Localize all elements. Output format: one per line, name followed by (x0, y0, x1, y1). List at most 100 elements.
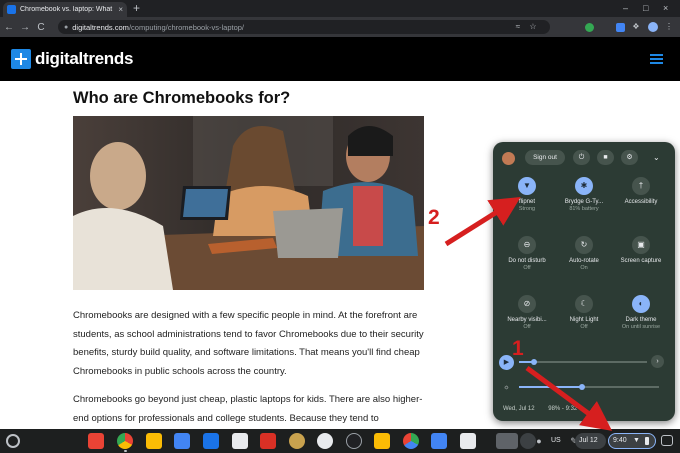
digitaltrends-logo-icon[interactable] (11, 49, 31, 69)
minimize-icon[interactable]: – (623, 2, 628, 14)
browser-tab[interactable]: Chromebook vs. laptop: What is × (3, 2, 127, 17)
quick-tile-night-light[interactable]: ☾ Night Light Off (554, 295, 614, 330)
input-method-indicator[interactable]: US (551, 434, 561, 448)
friends-with-laptops-image (73, 116, 424, 290)
quick-tile-label: Do not disturb (508, 258, 546, 264)
bookmark-star-icon[interactable]: ☆ (527, 21, 539, 33)
tab-title: Chromebook vs. laptop: What is (20, 6, 115, 13)
hero-photo (73, 116, 424, 290)
status-area[interactable]: 9:40 ▼ (608, 433, 656, 449)
app-red-icon[interactable] (260, 433, 276, 449)
quick-tile-label: Brydge G-Ty... (564, 199, 604, 205)
lock-icon: ● (64, 23, 69, 31)
quick-tile-do-not-disturb[interactable]: ⊖ Do not disturb Off (497, 236, 557, 271)
docs-icon[interactable] (174, 433, 190, 449)
wifi-icon[interactable]: ▼ (518, 177, 536, 195)
article-paragraph-1: Chromebooks are designed with a few spec… (73, 310, 424, 377)
night-light-icon[interactable]: ☾ (575, 295, 593, 313)
gmail-icon[interactable] (88, 433, 104, 449)
quick-tile-wifi[interactable]: ▼ flipnet Strong (497, 177, 557, 212)
app-blue-icon[interactable] (431, 433, 447, 449)
wifi-status-icon: ▼ (633, 437, 640, 444)
play-store-icon[interactable] (403, 433, 419, 449)
microphone-icon[interactable]: ● (531, 433, 547, 449)
brightness-icon: ☼ (503, 384, 510, 391)
browser-menu-icon[interactable]: ⋮ (663, 21, 675, 33)
shelf-time: 9:40 (613, 437, 627, 444)
volume-slider[interactable] (519, 359, 647, 365)
app-gold-icon[interactable] (374, 433, 390, 449)
keep-icon[interactable] (146, 433, 162, 449)
quick-tile-sublabel: On (580, 265, 588, 271)
user-avatar[interactable] (502, 152, 515, 165)
auto-rotate-icon[interactable]: ↻ (575, 236, 593, 254)
extensions-puzzle-icon[interactable]: ❖ (630, 21, 642, 33)
url-path: /computing/chromebook-vs-laptop/ (128, 22, 244, 32)
article-heading: Who are Chromebooks for? (73, 89, 291, 107)
quick-tile-label: Nearby visibi... (507, 317, 547, 323)
tab-strip: Chromebook vs. laptop: What is × + – □ × (0, 0, 680, 17)
files-icon[interactable] (203, 433, 219, 449)
maximize-icon[interactable]: □ (643, 2, 648, 14)
profile-avatar[interactable] (648, 22, 658, 32)
lock-screen-icon[interactable]: ■ (597, 150, 614, 165)
brightness-slider[interactable] (519, 384, 659, 390)
screen-capture-icon[interactable]: ▣ (632, 236, 650, 254)
quick-tile-label: Night Light (569, 317, 599, 323)
quick-tile-dark-theme[interactable]: ◐ Dark theme On until sunrise (611, 295, 671, 330)
share-icon[interactable]: ≈ (512, 21, 524, 33)
quick-tile-auto-rotate[interactable]: ↻ Auto-rotate On (554, 236, 614, 271)
collapse-chevron-icon[interactable]: ⌄ (653, 150, 660, 165)
hamburger-menu-icon[interactable] (650, 54, 663, 64)
quick-tile-nearby-visibility[interactable]: ⊘ Nearby visibi... Off (497, 295, 557, 330)
extension-blue-icon[interactable] (616, 23, 625, 32)
extension-green-icon[interactable] (585, 23, 594, 32)
app-window-preview-icon[interactable] (496, 433, 518, 449)
quick-settings-panel: Sign out ⏻ ■ ⚙ ⌄ ▼ flipnet Strong ✱ Brydge G… (493, 142, 675, 421)
overview-icon[interactable] (661, 435, 673, 446)
app-dark-icon[interactable] (346, 433, 362, 449)
quick-tile-screen-capture[interactable]: ▣ Screen capture (611, 236, 671, 264)
quick-tile-sublabel: Off (523, 265, 531, 271)
shelf-date: Jul 12 (579, 437, 598, 444)
volume-slider-knob[interactable] (531, 359, 538, 365)
power-icon[interactable]: ⏻ (573, 150, 590, 165)
do-not-disturb-icon[interactable]: ⊖ (518, 236, 536, 254)
audio-settings-arrow-icon[interactable]: › (651, 355, 664, 368)
launcher-icon[interactable] (6, 434, 20, 448)
annotation-number-2: 2 (428, 206, 440, 229)
quick-tile-label: Accessibility (624, 199, 658, 205)
browser-toolbar: ← → C ● digitaltrends.com /computing/chr… (0, 17, 680, 37)
screen: Chromebook vs. laptop: What is × + – □ ×… (0, 0, 680, 453)
acrobat-icon[interactable] (460, 433, 476, 449)
quick-tile-sublabel: Off (523, 324, 531, 330)
back-button[interactable]: ← (2, 22, 16, 33)
quick-tile-sublabel: 81% battery (569, 206, 599, 212)
quick-tile-label: flipnet (518, 199, 535, 205)
new-tab-button[interactable]: + (133, 2, 140, 15)
accessibility-icon[interactable]: † (632, 177, 650, 195)
quick-tile-bluetooth[interactable]: ✱ Brydge G-Ty... 81% battery (554, 177, 614, 212)
app-yellow-icon[interactable] (289, 433, 305, 449)
address-bar[interactable]: ● digitaltrends.com /computing/chromeboo… (58, 20, 550, 34)
calendar-icon[interactable] (232, 433, 248, 449)
quick-tile-accessibility[interactable]: † Accessibility (611, 177, 671, 205)
app-bird-icon[interactable] (317, 433, 333, 449)
close-window-icon[interactable]: × (663, 2, 668, 14)
bluetooth-icon[interactable]: ✱ (575, 177, 593, 195)
brightness-slider-knob[interactable] (579, 384, 585, 390)
date-tray-pill[interactable]: Jul 12 (575, 433, 606, 449)
dark-theme-icon[interactable]: ◐ (632, 295, 650, 313)
site-favicon-icon (7, 5, 16, 14)
settings-gear-icon[interactable]: ⚙ (621, 150, 638, 165)
chrome-icon[interactable] (117, 433, 133, 449)
tab-close-icon[interactable]: × (118, 5, 123, 14)
nearby-visibility-icon[interactable]: ⊘ (518, 295, 536, 313)
date-text: Wed, Jul 12 (503, 406, 535, 412)
brightness-slider-fill (519, 386, 582, 388)
sign-out-button[interactable]: Sign out (525, 150, 565, 165)
quick-tile-sublabel: On until sunrise (621, 324, 661, 330)
reload-button[interactable]: C (34, 22, 48, 33)
site-logo-text[interactable]: digitaltrends (35, 49, 133, 69)
forward-button[interactable]: → (18, 22, 32, 33)
